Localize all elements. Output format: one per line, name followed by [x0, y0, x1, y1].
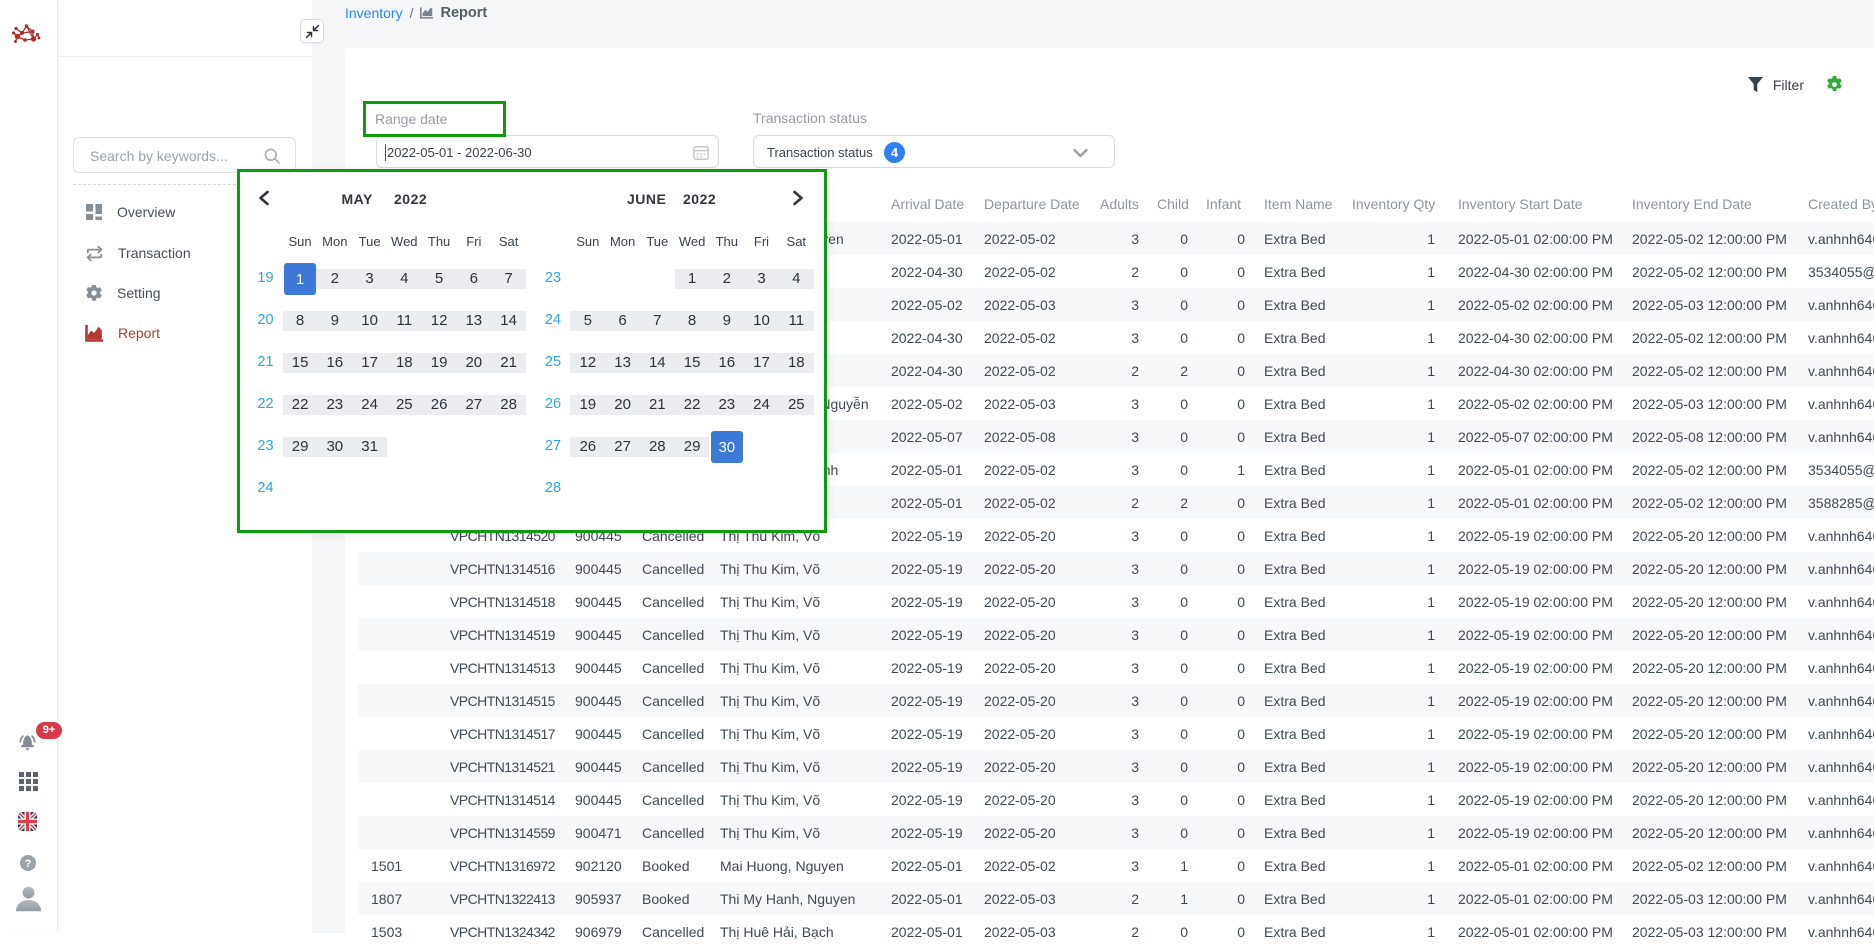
- svg-text:?: ?: [25, 858, 32, 870]
